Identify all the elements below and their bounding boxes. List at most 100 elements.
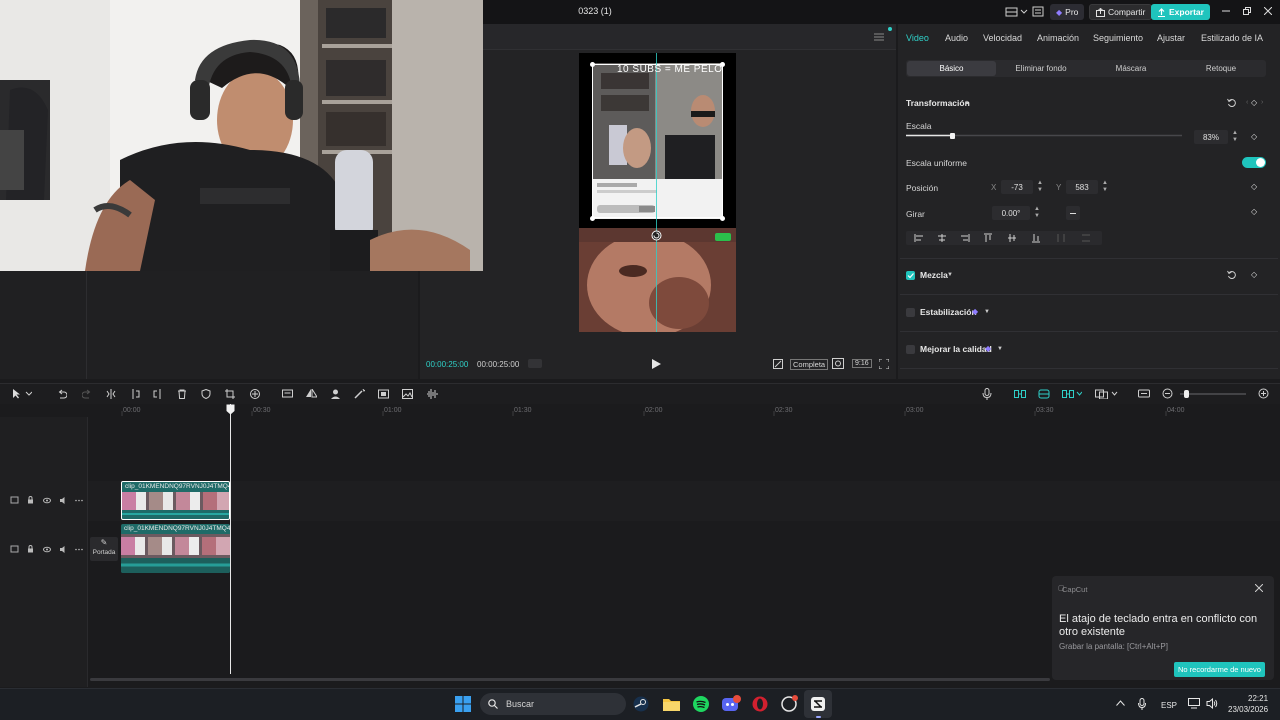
subtab-basic[interactable]: Básico: [907, 64, 996, 73]
capcut-taskbar-button[interactable]: [804, 690, 832, 718]
share-button[interactable]: Compartir: [1089, 4, 1153, 20]
pro-button[interactable]: ◆ Pro: [1050, 4, 1085, 20]
tab-ai-style[interactable]: Estilizado de IA: [1201, 33, 1263, 43]
pointer-icon[interactable]: [12, 389, 32, 399]
subtab-remove-bg[interactable]: Eliminar fondo: [996, 64, 1086, 73]
playhead[interactable]: [230, 404, 231, 674]
position-x-input[interactable]: -73: [1001, 180, 1033, 194]
ai-tool-icon[interactable]: [249, 388, 261, 400]
timecode-toggle[interactable]: [528, 359, 542, 368]
file-explorer-icon[interactable]: [663, 697, 680, 711]
taskbar-search[interactable]: Buscar: [480, 693, 626, 715]
prev-keyframe-icon[interactable]: ‹: [1246, 99, 1248, 106]
preview-axis-icon[interactable]: [1038, 389, 1050, 399]
cover-button[interactable]: ✎ Portada: [90, 537, 118, 561]
scale-stepper-icon[interactable]: ▲ ▼: [1232, 130, 1238, 144]
chevron-up-icon[interactable]: ▲: [964, 100, 970, 106]
clock-date[interactable]: 23/03/2026: [1228, 705, 1268, 714]
selection-box[interactable]: [592, 64, 723, 218]
zoom-in-icon[interactable]: [1258, 388, 1269, 399]
split-right-icon[interactable]: [153, 389, 163, 399]
stabilization-checkbox[interactable]: [906, 308, 915, 317]
split-left-icon[interactable]: [130, 389, 140, 399]
reset-icon[interactable]: [1227, 98, 1236, 107]
subtab-mask[interactable]: Máscara: [1086, 64, 1176, 73]
caption-track-icon[interactable]: [1138, 389, 1150, 399]
network-icon[interactable]: [1188, 698, 1200, 709]
language-indicator[interactable]: ESP: [1161, 701, 1177, 710]
toast-close-icon[interactable]: [1255, 584, 1263, 592]
redo-icon[interactable]: [82, 389, 92, 399]
tab-speed[interactable]: Velocidad: [983, 33, 1022, 43]
microphone-icon[interactable]: [1138, 698, 1146, 710]
chevron-down-icon[interactable]: ▼: [984, 309, 990, 315]
delete-icon[interactable]: [177, 389, 187, 399]
tab-video[interactable]: Video: [906, 33, 929, 43]
crop-tool-icon[interactable]: [225, 389, 235, 399]
rotate-handle-icon[interactable]: [651, 230, 662, 241]
scale-value[interactable]: 83%: [1194, 130, 1228, 144]
screenshot-icon[interactable]: [832, 358, 844, 369]
recorder-icon[interactable]: [781, 695, 799, 712]
quality-title[interactable]: Mejorar la calidad: [920, 344, 992, 354]
shortcut-icon[interactable]: [1032, 6, 1044, 17]
stabilization-title[interactable]: Estabilización: [920, 307, 977, 317]
opera-icon[interactable]: [752, 696, 768, 712]
mirror-icon[interactable]: [306, 389, 317, 399]
person-remove-icon[interactable]: [330, 389, 341, 399]
play-icon[interactable]: [652, 359, 661, 369]
resize-icon[interactable]: [378, 389, 389, 399]
tab-tracking[interactable]: Seguimiento: [1093, 33, 1143, 43]
rotate-input[interactable]: 0.00°: [992, 206, 1030, 220]
uniform-scale-toggle[interactable]: [1242, 157, 1266, 168]
steam-icon[interactable]: [633, 696, 649, 712]
layout-icon[interactable]: [1005, 7, 1031, 17]
shield-icon[interactable]: [201, 389, 211, 399]
microphone-icon[interactable]: [982, 388, 992, 400]
tab-adjust[interactable]: Ajustar: [1157, 33, 1185, 43]
tab-animation[interactable]: Animación: [1037, 33, 1079, 43]
keyframe-icon[interactable]: ◇: [1251, 182, 1257, 191]
timeline-scrollbar[interactable]: [90, 678, 1050, 681]
transform-title[interactable]: Transformación: [906, 98, 970, 108]
clock-time[interactable]: 22:21: [1248, 694, 1268, 703]
audio-wave-icon[interactable]: [426, 389, 438, 399]
fullscreen-icon[interactable]: [879, 359, 889, 369]
video-clip[interactable]: clip_01KMENDNQ97RVNJ0J4TMQ4: [121, 524, 230, 573]
menu-icon[interactable]: [874, 33, 884, 41]
keyframe-icon[interactable]: ◇: [1251, 98, 1257, 107]
linkage-icon[interactable]: [1095, 389, 1119, 399]
position-y-input[interactable]: 583: [1066, 180, 1098, 194]
keyframe-icon[interactable]: ◇: [1251, 132, 1257, 141]
magic-wand-icon[interactable]: [354, 389, 365, 399]
ratio-button[interactable]: 9:16: [852, 359, 872, 368]
windows-start-icon[interactable]: [455, 696, 471, 712]
keyframe-icon[interactable]: ◇: [1251, 207, 1257, 216]
video-clip-selected[interactable]: clip_01KMENDNQ97RVNJ0J4TMQ4: [121, 481, 230, 520]
caption-icon[interactable]: [282, 389, 293, 399]
next-keyframe-icon[interactable]: ›: [1261, 99, 1263, 106]
rotate-stepper-icon[interactable]: ▲ ▼: [1034, 206, 1040, 220]
spotify-icon[interactable]: [693, 696, 709, 712]
crop-icon[interactable]: [773, 359, 783, 369]
y-stepper-icon[interactable]: ▲ ▼: [1102, 180, 1108, 194]
fit-dropdown[interactable]: Completa: [790, 359, 829, 370]
tab-audio[interactable]: Audio: [945, 33, 968, 43]
export-button[interactable]: Exportar: [1151, 4, 1210, 20]
quality-checkbox[interactable]: [906, 345, 915, 354]
scale-slider[interactable]: [906, 133, 1182, 139]
reset-icon[interactable]: [1227, 270, 1236, 279]
keyframe-icon[interactable]: ◇: [1251, 270, 1257, 279]
discord-icon[interactable]: [722, 695, 741, 712]
chevron-down-icon[interactable]: ▼: [947, 272, 953, 278]
maximize-icon[interactable]: [1243, 7, 1251, 15]
chevron-down-icon[interactable]: ▼: [997, 346, 1003, 352]
undo-icon[interactable]: [57, 389, 67, 399]
blend-checkbox[interactable]: [906, 271, 915, 280]
rotate-dial[interactable]: [1066, 206, 1080, 220]
magnet-link-icon[interactable]: [1014, 390, 1026, 398]
resize-handle[interactable]: [720, 216, 725, 221]
zoom-slider[interactable]: [1180, 389, 1246, 399]
close-icon[interactable]: [1264, 7, 1272, 15]
x-stepper-icon[interactable]: ▲ ▼: [1037, 180, 1043, 194]
